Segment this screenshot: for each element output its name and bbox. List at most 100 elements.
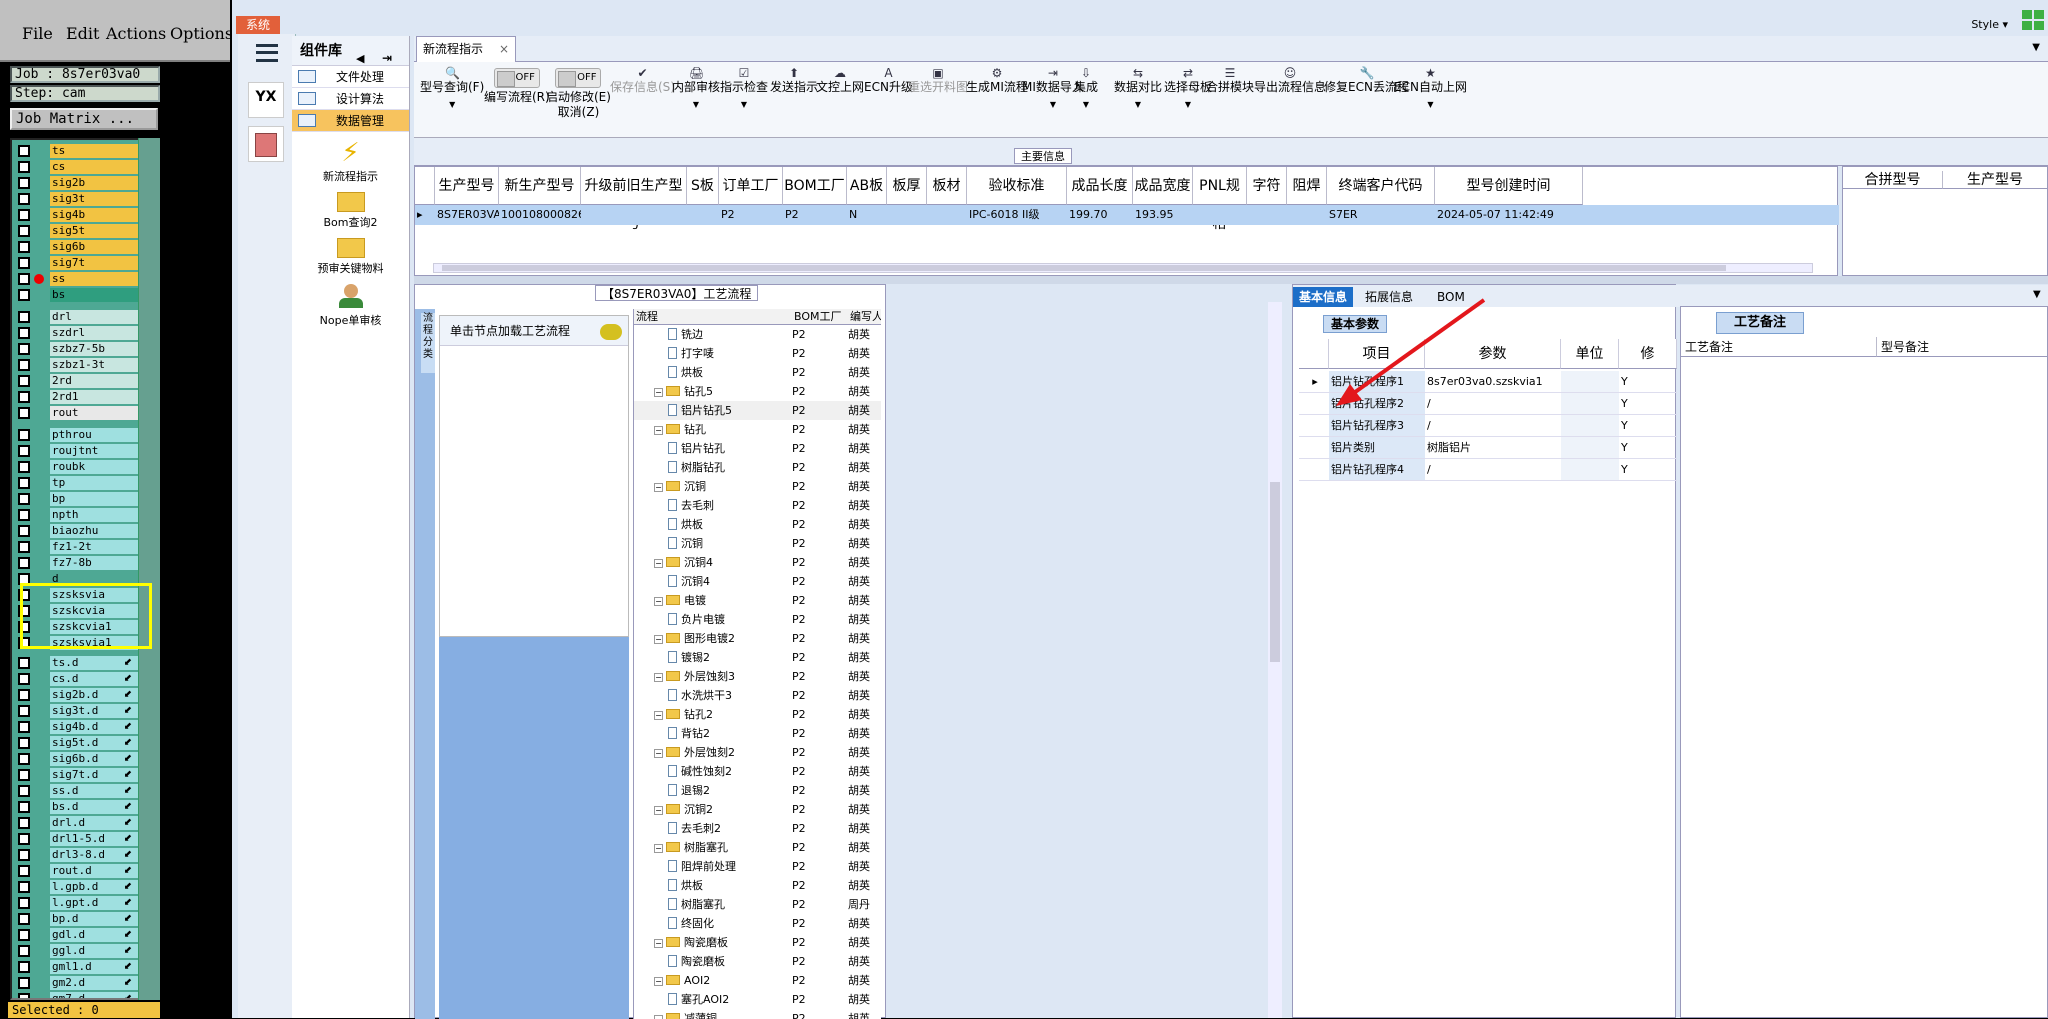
layer-checkbox[interactable] xyxy=(18,289,30,301)
layer-checkbox[interactable] xyxy=(18,689,30,701)
tree-row[interactable]: 负片电镀P2胡英方幸幸已审核 xyxy=(634,610,881,629)
layer-checkbox[interactable] xyxy=(18,961,30,973)
layer-checkbox[interactable] xyxy=(18,375,30,387)
dropdown-arrow-icon[interactable]: ▼ xyxy=(1394,97,1467,112)
layer-checkbox[interactable] xyxy=(18,241,30,253)
layer-checkbox[interactable] xyxy=(18,327,30,339)
model-note-input[interactable] xyxy=(1879,359,2045,1009)
collapse-icon[interactable]: − xyxy=(654,749,663,758)
layer-row[interactable]: gml1.d ⬋ xyxy=(12,960,142,974)
layer-row[interactable]: sig3t.d ⬋ xyxy=(12,704,142,718)
layer-checkbox[interactable] xyxy=(18,209,30,221)
tree-row[interactable]: 烘板P2胡英方幸幸已审核 xyxy=(634,876,881,895)
layer-checkbox[interactable] xyxy=(18,801,30,813)
ribbon-button-18[interactable]: ★ ECN自动上网 ▼ xyxy=(1394,66,1467,112)
layer-checkbox[interactable] xyxy=(18,391,30,403)
tree-row[interactable]: 陶瓷磨板P2胡英方幸幸已审核 xyxy=(634,952,881,971)
tree-row[interactable]: −钻孔P2胡英方幸幸已审核 xyxy=(634,420,881,439)
layer-row[interactable]: bp.d ⬋ xyxy=(12,912,142,926)
tree-row[interactable]: 沉铜P2胡英方幸幸已审核 xyxy=(634,534,881,553)
layer-row[interactable]: tp xyxy=(12,476,142,490)
layer-checkbox[interactable] xyxy=(18,461,30,473)
tree-row[interactable]: −沉铜4P2胡英方幸幸已审核 xyxy=(634,553,881,572)
param-unit-cell[interactable] xyxy=(1561,393,1619,415)
layer-row[interactable]: gdl.d ⬋ xyxy=(12,928,142,942)
layer-checkbox[interactable] xyxy=(18,881,30,893)
column-header[interactable]: 板材 xyxy=(927,167,967,205)
layer-row[interactable]: sig5t.d ⬋ xyxy=(12,736,142,750)
row-selector-arrow-icon[interactable] xyxy=(1299,393,1329,415)
ribbon-button-7[interactable]: ☁ 文控上网 xyxy=(816,66,864,95)
column-header[interactable]: 阻焊 xyxy=(1287,167,1327,205)
layer-row[interactable]: sig6b.d ⬋ xyxy=(12,752,142,766)
layer-row[interactable]: cs.d ⬋ xyxy=(12,672,142,686)
tree-row[interactable]: −外层蚀刻3P2胡英方幸幸已审核 xyxy=(634,667,881,686)
tree-column-header[interactable]: 流程 xyxy=(634,309,792,325)
layer-checkbox[interactable] xyxy=(18,477,30,489)
row-selector-arrow-icon[interactable]: ▸ xyxy=(415,205,435,225)
ribbon-button-10[interactable]: ⚙ 生成MI流程 xyxy=(966,66,1028,95)
ribbon-button-2[interactable]: OFF 启动修改(E) 取消(Z) xyxy=(546,66,611,120)
tree-row[interactable]: −电镀P2胡英方幸幸已审核 xyxy=(634,591,881,610)
tree-row[interactable]: 镀锡2P2胡英方幸幸已审核 xyxy=(634,648,881,667)
layer-checkbox[interactable] xyxy=(18,673,30,685)
table-cell[interactable]: 193.95 xyxy=(1133,205,1193,225)
menu-actions[interactable]: Actions xyxy=(106,24,166,43)
layer-row[interactable]: sig7t.d ⬋ xyxy=(12,768,142,782)
bom-query-item[interactable]: Bom查询2 xyxy=(292,192,409,230)
collapse-icon[interactable]: − xyxy=(654,673,663,682)
tree-row[interactable]: 终固化P2胡英方幸幸已审核 xyxy=(634,914,881,933)
layer-checkbox[interactable] xyxy=(18,557,30,569)
ribbon-button-8[interactable]: A ECN升级 xyxy=(864,66,913,95)
tab-basic-params[interactable]: 基本参数 xyxy=(1323,315,1387,333)
layer-checkbox[interactable] xyxy=(18,407,30,419)
chevron-down-icon[interactable]: ▼ xyxy=(2032,42,2040,53)
layer-checkbox[interactable] xyxy=(18,145,30,157)
collapse-icon[interactable]: − xyxy=(654,844,663,853)
dropdown-arrow-icon[interactable]: ▼ xyxy=(672,97,720,112)
table-cell[interactable]: N xyxy=(847,205,887,225)
layer-row[interactable]: szbz1-3t xyxy=(12,358,142,372)
layer-row[interactable]: sig6b xyxy=(12,240,142,254)
column-header[interactable]: 成品长度 xyxy=(1067,167,1133,205)
param-unit-cell[interactable] xyxy=(1561,437,1619,459)
row-selector-arrow-icon[interactable] xyxy=(1299,437,1329,459)
layer-checkbox[interactable] xyxy=(18,753,30,765)
dropdown-arrow-icon[interactable]: ▼ xyxy=(420,97,484,112)
table-cell[interactable]: 10010800082603 xyxy=(499,205,581,225)
dropdown-arrow-icon[interactable]: ▼ xyxy=(720,97,768,112)
tree-row[interactable]: 背钻2P2胡英方幸幸已审核 xyxy=(634,724,881,743)
tab-bom[interactable]: BOM xyxy=(1431,287,1471,307)
layer-checkbox[interactable] xyxy=(18,225,30,237)
column-header[interactable]: PNL规格 xyxy=(1193,167,1247,232)
layer-checkbox[interactable] xyxy=(18,993,30,998)
ribbon-button-12[interactable]: ⇩ 集成 ▼ xyxy=(1074,66,1098,112)
tree-row[interactable]: 去毛刺P2胡英方幸幸已审核 xyxy=(634,496,881,515)
param-column-header[interactable]: 项目 xyxy=(1329,339,1425,369)
layer-row[interactable]: roubk xyxy=(12,460,142,474)
ribbon-button-16[interactable]: ☺ 导出流程信息 xyxy=(1254,66,1326,95)
param-unit-cell[interactable] xyxy=(1561,371,1619,393)
table-cell[interactable] xyxy=(927,205,967,225)
collapse-icon[interactable]: − xyxy=(654,388,663,397)
collapse-icon[interactable]: − xyxy=(654,711,663,720)
collapse-icon[interactable]: − xyxy=(654,806,663,815)
layer-checkbox[interactable] xyxy=(18,273,30,285)
tree-row[interactable]: −陶瓷磨板P2胡英方幸幸已审核 xyxy=(634,933,881,952)
calculator-icon[interactable] xyxy=(248,126,284,162)
layer-row[interactable]: sig2b.d ⬋ xyxy=(12,688,142,702)
column-header[interactable]: 终端客户代码 xyxy=(1327,167,1435,205)
param-column-header[interactable]: 参数 xyxy=(1425,339,1561,369)
tab-basic-info[interactable]: 基本信息 xyxy=(1293,287,1354,307)
tree-row[interactable]: 水洗烘干3P2胡英方幸幸已审核 xyxy=(634,686,881,705)
layer-checkbox[interactable] xyxy=(18,177,30,189)
layer-checkbox[interactable] xyxy=(18,193,30,205)
layer-row[interactable]: 2rd xyxy=(12,374,142,388)
collapse-icon[interactable]: − xyxy=(654,1015,663,1019)
tree-row[interactable]: 铝片钻孔5P2胡英方幸幸已审核 xyxy=(634,401,881,420)
job-matrix-button[interactable]: Job Matrix ... xyxy=(10,108,158,130)
column-header[interactable]: 字符 xyxy=(1247,167,1287,205)
layer-checkbox[interactable] xyxy=(18,493,30,505)
layer-checkbox[interactable] xyxy=(18,913,30,925)
layer-row[interactable]: l.gpb.d ⬋ xyxy=(12,880,142,894)
